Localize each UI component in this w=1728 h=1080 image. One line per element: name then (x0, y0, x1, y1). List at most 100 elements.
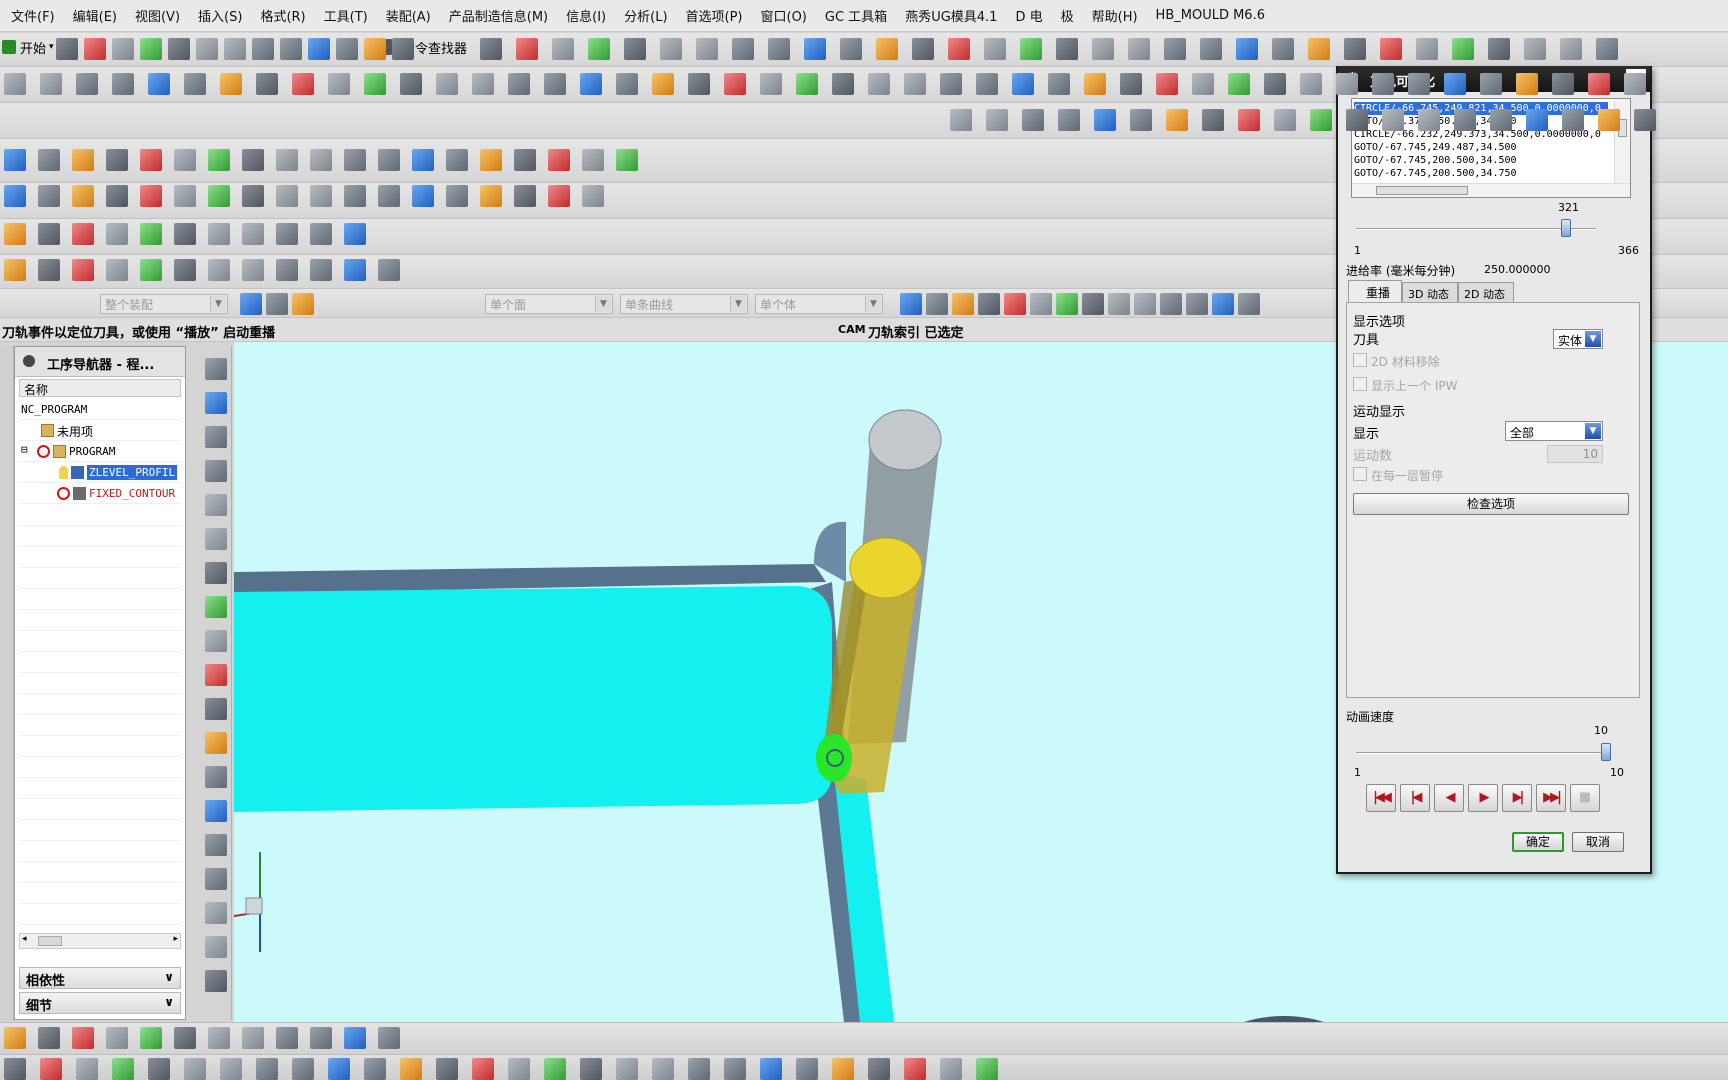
nav-row-fixed-contour[interactable]: FIXED_CONTOUR (19, 483, 181, 504)
toolbar-button-icon[interactable] (1524, 38, 1546, 60)
toolbar-button-icon[interactable] (328, 73, 350, 95)
toolbar-button-icon[interactable] (1444, 73, 1466, 95)
toolbar-button-icon[interactable] (1408, 73, 1430, 95)
toolbar-button-icon[interactable] (72, 149, 94, 171)
toolbar-button-icon[interactable] (1228, 73, 1250, 95)
menu-item[interactable]: 装配(A) (377, 6, 440, 25)
toolbar-button-icon[interactable] (112, 1058, 134, 1080)
nav-row-nc-program[interactable]: NC_PROGRAM (19, 399, 181, 420)
toolbar-button-icon[interactable] (106, 1027, 128, 1049)
toolbar-button-icon[interactable] (660, 38, 682, 60)
toolbar-button-icon[interactable] (616, 73, 638, 95)
toolbar-button-icon[interactable] (1238, 109, 1260, 131)
vertical-toolbar-icon[interactable] (205, 936, 227, 958)
toolbar-button-icon[interactable] (582, 185, 604, 207)
toolbar-button-icon[interactable] (400, 73, 422, 95)
step-forward-icon[interactable]: ▶| (1502, 784, 1532, 812)
vertical-toolbar-icon[interactable] (205, 664, 227, 686)
toolbar-button-icon[interactable] (364, 73, 386, 95)
toolbar-button-icon[interactable] (1526, 109, 1548, 131)
toolbar-button-icon[interactable] (310, 259, 332, 281)
toolbar-button-icon[interactable] (412, 149, 434, 171)
toolbar-button-icon[interactable] (112, 73, 134, 95)
toolbar-button-icon[interactable] (904, 1058, 926, 1080)
cancel-button[interactable]: 取消 (1572, 832, 1624, 852)
toolbar-button-icon[interactable] (1192, 73, 1214, 95)
toolbar-button-icon[interactable] (446, 149, 468, 171)
toolbar-button-icon[interactable] (516, 38, 538, 60)
toolbar-button-icon[interactable] (220, 1058, 242, 1080)
toolbar-button-icon[interactable] (310, 185, 332, 207)
toolbar-button-icon[interactable] (868, 73, 890, 95)
toolbar-button-icon[interactable] (1058, 109, 1080, 131)
toolbar-button-icon[interactable] (768, 38, 790, 60)
play-icon[interactable]: ▶ (1468, 784, 1498, 812)
toolbar-button-icon[interactable] (38, 185, 60, 207)
toolbar-button-icon[interactable] (1480, 73, 1502, 95)
toolbar-button-icon[interactable] (1202, 109, 1224, 131)
toolbar-button-icon[interactable] (436, 73, 458, 95)
toolbar-button-icon[interactable] (1238, 293, 1260, 315)
toolbar-button-icon[interactable] (196, 38, 218, 60)
toolbar-button-icon[interactable] (840, 38, 862, 60)
vertical-toolbar-icon[interactable] (205, 358, 227, 380)
toolbar-button-icon[interactable] (1598, 109, 1620, 131)
menu-item[interactable]: GC 工具箱 (816, 6, 896, 25)
toolbar-button-icon[interactable] (1552, 73, 1574, 95)
toolbar-button-icon[interactable] (1094, 109, 1116, 131)
toolbar-button-icon[interactable] (1120, 73, 1142, 95)
toolbar-button-icon[interactable] (436, 1058, 458, 1080)
toolbar-button-icon[interactable] (688, 73, 710, 95)
menu-item[interactable]: 插入(S) (189, 6, 251, 25)
toolbar-button-icon[interactable] (696, 38, 718, 60)
rewind-to-start-icon[interactable]: |◀◀ (1366, 784, 1396, 812)
toolbar-button-icon[interactable] (940, 1058, 962, 1080)
toolbar-button-icon[interactable] (940, 73, 962, 95)
toolbar-button-icon[interactable] (1056, 293, 1078, 315)
toolbar-button-icon[interactable] (378, 185, 400, 207)
vertical-toolbar-icon[interactable] (205, 562, 227, 584)
speed-slider-track[interactable] (1356, 752, 1606, 754)
toolbar-button-icon[interactable] (242, 223, 264, 245)
vertical-toolbar-icon[interactable] (205, 596, 227, 618)
fast-forward-to-end-icon[interactable]: ▶▶| (1536, 784, 1566, 812)
tool-display-select[interactable]: 实体 ▼ (1553, 329, 1603, 349)
toolbar-button-icon[interactable] (1156, 73, 1178, 95)
toolbar-button-icon[interactable] (1562, 109, 1584, 131)
toolbar-button-icon[interactable] (1310, 109, 1332, 131)
toolbar-button-icon[interactable] (950, 109, 972, 131)
toolbar-button-icon[interactable] (276, 149, 298, 171)
toolbar-button-icon[interactable] (140, 223, 162, 245)
toolbar-button-icon[interactable] (344, 1027, 366, 1049)
toolpath-list-item[interactable]: GOTO/-67.745,200.500,34.500 (1354, 154, 1608, 167)
pause-each-layer-checkbox[interactable] (1353, 467, 1367, 481)
toolbar-button-icon[interactable] (1108, 293, 1130, 315)
toolbar-button-icon[interactable] (252, 38, 274, 60)
toolbar-button-icon[interactable] (472, 73, 494, 95)
toolbar-button-icon[interactable] (832, 1058, 854, 1080)
toolbar-button-icon[interactable] (1130, 109, 1152, 131)
toolbar-button-icon[interactable] (106, 185, 128, 207)
play-reverse-icon[interactable]: ◀ (1434, 784, 1464, 812)
assembly-filter-select[interactable]: 整个装配 ▼ (100, 294, 228, 314)
toolbar-button-icon[interactable] (208, 185, 230, 207)
toolbar-button-icon[interactable] (174, 149, 196, 171)
toolbar-button-icon[interactable] (1212, 293, 1234, 315)
toolbar-button-icon[interactable] (1056, 38, 1078, 60)
toolbar-button-icon[interactable] (1166, 109, 1188, 131)
toolbar-button-icon[interactable] (1020, 38, 1042, 60)
toolbar-button-icon[interactable] (140, 259, 162, 281)
motion-count-field[interactable]: 10 (1547, 445, 1603, 463)
toolbar-button-icon[interactable] (140, 185, 162, 207)
toolbar-button-icon[interactable] (310, 149, 332, 171)
toolbar-button-icon[interactable] (224, 38, 246, 60)
toolbar-button-icon[interactable] (582, 149, 604, 171)
vertical-toolbar-icon[interactable] (205, 902, 227, 924)
toolbar-button-icon[interactable] (1274, 109, 1296, 131)
toolbar-button-icon[interactable] (40, 73, 62, 95)
toolbar-button-icon[interactable] (978, 293, 1000, 315)
toolbar-button-icon[interactable] (986, 109, 1008, 131)
toolbar-button-icon[interactable] (1560, 38, 1582, 60)
vertical-toolbar-icon[interactable] (205, 392, 227, 414)
toolbar-button-icon[interactable] (760, 1058, 782, 1080)
